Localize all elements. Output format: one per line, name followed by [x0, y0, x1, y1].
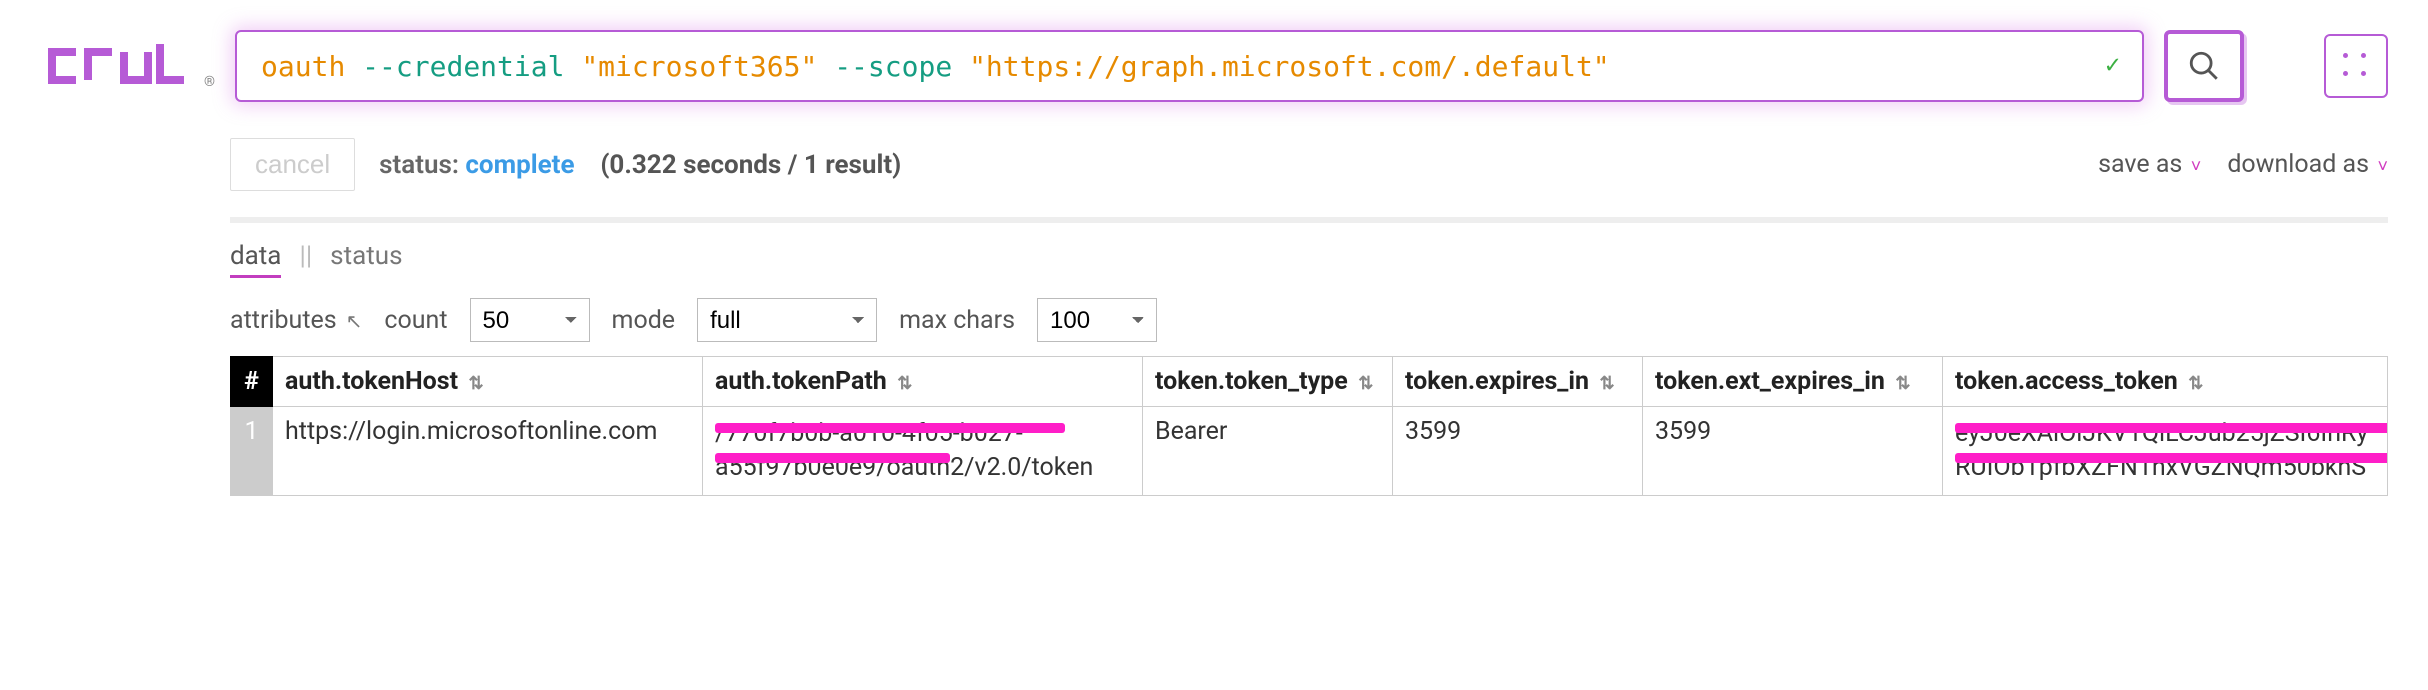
download-as-label: download as	[2227, 150, 2369, 179]
cell-ext-expires-in: 3599	[1643, 407, 1943, 496]
status-meta: (0.322 seconds / 1 result)	[600, 150, 901, 180]
table-header-row: # auth.tokenHost ⇅ auth.tokenPath ⇅ toke…	[231, 357, 2388, 407]
cell-token-host: https://login.microsoftonline.com	[273, 407, 703, 496]
query-token-value-credential: "microsoft365"	[581, 50, 817, 83]
maxchars-label: max chars	[899, 306, 1015, 335]
valid-icon: ✓	[2104, 54, 2122, 79]
cell-token-path: /770f7b0b-a010-4f05-b027- a55f97b0e0e9/o…	[703, 407, 1143, 496]
cell-index: 1	[231, 407, 273, 496]
more-button[interactable]	[2324, 34, 2388, 98]
column-token-host[interactable]: auth.tokenHost ⇅	[273, 357, 703, 407]
cell-token-type: Bearer	[1143, 407, 1393, 496]
status-label: status:	[379, 150, 459, 180]
logo-suffix: ®	[204, 74, 215, 90]
query-token-flag-credential: --credential	[362, 50, 564, 83]
redaction-bar	[715, 423, 1065, 433]
status-value: complete	[465, 150, 574, 180]
cell-expires-in: 3599	[1393, 407, 1643, 496]
query-token-value-scope: "https://graph.microsoft.com/.default"	[969, 50, 1610, 83]
count-select[interactable]: 50	[470, 298, 590, 342]
mode-label: mode	[612, 306, 676, 335]
tab-data[interactable]: data	[230, 241, 281, 278]
attributes-label: attributes	[230, 306, 337, 335]
sort-icon: ⇅	[1891, 373, 1911, 394]
column-expires-in[interactable]: token.expires_in ⇅	[1393, 357, 1643, 407]
column-index[interactable]: #	[231, 357, 273, 407]
count-label: count	[384, 306, 447, 335]
query-bar[interactable]: oauth --credential "microsoft365" --scop…	[235, 30, 2144, 102]
logo: ®	[40, 38, 215, 94]
chevron-down-icon: ˅	[2373, 156, 2388, 177]
tab-separator: ||	[299, 241, 312, 278]
search-icon	[2187, 49, 2221, 83]
query-token-command: oauth	[261, 50, 345, 83]
sort-icon: ⇅	[464, 373, 484, 394]
column-ext-expires-in[interactable]: token.ext_expires_in ⇅	[1643, 357, 1943, 407]
redaction-bar	[1955, 423, 2388, 433]
redaction-bar	[1955, 453, 2388, 463]
expand-icon: ↖	[341, 309, 363, 333]
column-token-type[interactable]: token.token_type ⇅	[1143, 357, 1393, 407]
download-as-link[interactable]: download as ˅	[2227, 150, 2388, 179]
search-button[interactable]	[2164, 30, 2244, 102]
attributes-toggle[interactable]: attributes ↖	[230, 306, 362, 335]
cancel-button[interactable]: cancel	[230, 138, 355, 191]
tab-status[interactable]: status	[330, 241, 402, 278]
results-table: # auth.tokenHost ⇅ auth.tokenPath ⇅ toke…	[230, 356, 2388, 496]
sort-icon: ⇅	[2184, 373, 2204, 394]
sort-icon: ⇅	[1595, 373, 1615, 394]
maxchars-select[interactable]: 100	[1037, 298, 1157, 342]
table-row[interactable]: 1 https://login.microsoftonline.com /770…	[231, 407, 2388, 496]
redaction-bar	[715, 453, 950, 463]
query-token-flag-scope: --scope	[834, 50, 952, 83]
column-token-path[interactable]: auth.tokenPath ⇅	[703, 357, 1143, 407]
cell-access-token: eyJ0eXAiOiJKV1QiLCJub25jZSI6InRy RUIOb1p…	[1943, 407, 2388, 496]
mode-select[interactable]: full	[697, 298, 877, 342]
grid-icon	[2343, 53, 2369, 79]
sort-icon: ⇅	[893, 373, 913, 394]
save-as-label: save as	[2098, 150, 2182, 179]
chevron-down-icon: ˅	[2186, 156, 2201, 177]
save-as-link[interactable]: save as ˅	[2098, 150, 2201, 179]
column-access-token[interactable]: token.access_token ⇅	[1943, 357, 2388, 407]
sort-icon: ⇅	[1354, 373, 1374, 394]
